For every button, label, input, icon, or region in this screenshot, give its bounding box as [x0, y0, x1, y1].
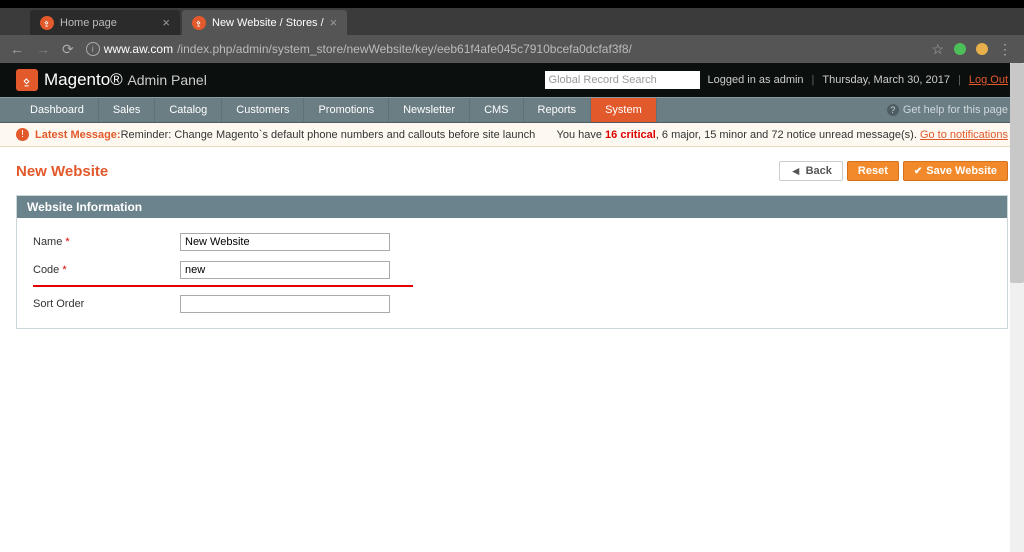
field-code: Code * [25, 256, 999, 284]
search-placeholder: Global Record Search [549, 74, 657, 86]
save-button[interactable]: ✔ Save Website [903, 161, 1008, 181]
nav-system[interactable]: System [591, 98, 657, 122]
notifications-link[interactable]: Go to notifications [920, 129, 1008, 141]
brand-sub: Admin Panel [127, 72, 206, 88]
nav-customers[interactable]: Customers [222, 98, 304, 122]
help-text: Get help for this page [903, 104, 1008, 116]
nav-forward-icon[interactable]: → [36, 41, 50, 58]
reset-button[interactable]: Reset [847, 161, 899, 181]
browser-tab-home[interactable]: ⍚ Home page × [30, 10, 180, 35]
browser-menu-icon[interactable]: ⋮ [998, 41, 1012, 58]
bookmark-icon[interactable]: ☆ [931, 41, 944, 58]
sort-order-input[interactable] [180, 295, 390, 313]
tab-title: New Website / Stores / [212, 17, 324, 29]
name-input[interactable] [180, 233, 390, 251]
label-name: Name [33, 236, 62, 248]
message-bar: ! Latest Message: Reminder: Change Magen… [0, 123, 1024, 147]
tab-favicon: ⍚ [192, 16, 206, 30]
latest-text: Reminder: Change Magento`s default phone… [121, 129, 536, 141]
tab-favicon: ⍚ [40, 16, 54, 30]
critical-count: 16 critical [605, 129, 656, 141]
close-icon[interactable]: × [330, 15, 338, 30]
back-button[interactable]: ◄ Back [779, 161, 843, 181]
nav-sales[interactable]: Sales [99, 98, 156, 122]
content-area: New Website ◄ Back Reset ✔ Save Website … [0, 147, 1024, 343]
close-icon[interactable]: × [162, 15, 170, 30]
latest-label: Latest Message: [35, 129, 121, 141]
global-search-input[interactable]: Global Record Search [545, 71, 700, 89]
nav-promotions[interactable]: Promotions [304, 98, 389, 122]
app-header: ⍚ Magento® Admin Panel Global Record Sea… [0, 63, 1024, 97]
vertical-scrollbar[interactable] [1010, 63, 1024, 552]
brand-main: Magento [44, 70, 110, 89]
url-domain: www.aw.com [104, 42, 173, 56]
field-sort-order: Sort Order [25, 290, 999, 318]
logo-icon: ⍚ [16, 69, 38, 91]
logged-in-text: Logged in as admin [708, 74, 804, 86]
check-icon: ✔ [914, 166, 922, 177]
highlight-underline [33, 285, 413, 287]
code-input[interactable] [180, 261, 390, 279]
browser-tabs: ⍚ Home page × ⍚ New Website / Stores / × [0, 8, 1024, 35]
field-name: Name * [25, 228, 999, 256]
browser-toolbar: ← → ⟳ i www.aw.com/index.php/admin/syste… [0, 35, 1024, 63]
nav-back-icon[interactable]: ← [10, 41, 24, 58]
main-nav: Dashboard Sales Catalog Customers Promot… [0, 97, 1024, 123]
tab-title: Home page [60, 17, 117, 29]
label-code: Code [33, 264, 59, 276]
nav-cms[interactable]: CMS [470, 98, 523, 122]
help-icon: ? [887, 104, 899, 116]
warning-icon: ! [16, 128, 29, 141]
logo[interactable]: ⍚ Magento® Admin Panel [16, 69, 207, 91]
nav-newsletter[interactable]: Newsletter [389, 98, 470, 122]
scrollbar-thumb[interactable] [1010, 63, 1024, 283]
extension-icon[interactable] [954, 43, 966, 55]
help-link[interactable]: ? Get help for this page [871, 98, 1024, 122]
nav-reload-icon[interactable]: ⟳ [62, 41, 74, 58]
url-path: /index.php/admin/system_store/newWebsite… [177, 42, 632, 56]
nav-dashboard[interactable]: Dashboard [16, 98, 99, 122]
form-section: Website Information Name * Code * [16, 195, 1008, 329]
label-sort: Sort Order [33, 298, 84, 310]
nav-catalog[interactable]: Catalog [155, 98, 222, 122]
section-title: Website Information [17, 196, 1007, 218]
address-bar[interactable]: i www.aw.com/index.php/admin/system_stor… [86, 42, 918, 56]
page-title: New Website [16, 163, 108, 180]
nav-reports[interactable]: Reports [524, 98, 592, 122]
header-date: Thursday, March 30, 2017 [822, 74, 950, 86]
back-arrow-icon: ◄ [790, 164, 802, 178]
logout-link[interactable]: Log Out [969, 74, 1008, 86]
extension-icon[interactable] [976, 43, 988, 55]
browser-tab-active[interactable]: ⍚ New Website / Stores / × [182, 10, 347, 35]
message-summary: You have 16 critical, 6 major, 15 minor … [557, 129, 1009, 141]
info-icon: i [86, 42, 100, 56]
